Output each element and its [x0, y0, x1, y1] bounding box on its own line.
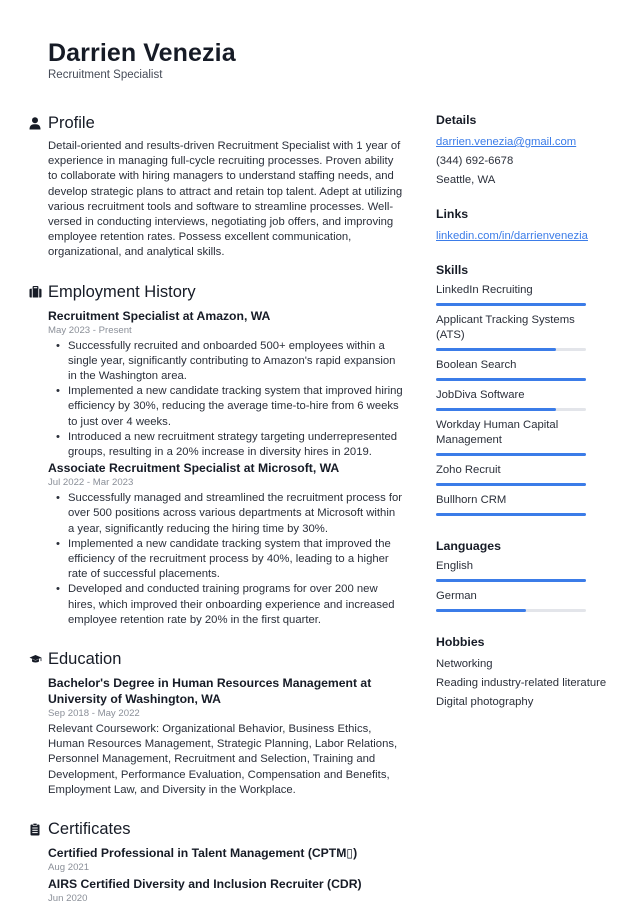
skills-heading: Skills: [436, 263, 469, 277]
degree-coursework: Relevant Coursework: Organizational Beha…: [48, 723, 398, 796]
hobby-item: Networking: [436, 658, 493, 670]
education-section: Education Bachelor's Degree in Human Res…: [28, 648, 403, 798]
language-level-bar: [436, 579, 586, 582]
graduation-cap-icon: [28, 652, 42, 666]
language-name: English: [436, 560, 474, 572]
skill-level-fill: [436, 408, 556, 411]
skill-level-fill: [436, 483, 586, 486]
language-level-fill: [436, 609, 526, 612]
skill: Boolean Search: [436, 358, 626, 381]
skill-level-bar: [436, 348, 586, 351]
skill-name: Applicant Tracking Systems (ATS): [436, 314, 575, 341]
details-block: Details darrien.venezia@gmail.com (344) …: [436, 112, 626, 190]
job-title: Recruitment Specialist at Amazon, WA: [48, 308, 271, 323]
skill-level-bar: [436, 408, 586, 411]
skill: Applicant Tracking Systems (ATS): [436, 313, 626, 351]
skill-level-bar: [436, 453, 586, 456]
skill-name: LinkedIn Recruiting: [436, 284, 533, 296]
skill: JobDiva Software: [436, 388, 626, 411]
clipboard-icon: [28, 822, 42, 836]
profile-summary: Detail-oriented and results-driven Recru…: [48, 140, 403, 259]
skills-list: LinkedIn Recruiting Applicant Tracking Sy…: [436, 283, 626, 516]
certificate-title: Certified Professional in Talent Managem…: [48, 846, 358, 861]
degree-date: Sep 2018 - May 2022: [48, 708, 140, 720]
certificate-title: AIRS Certified Diversity and Inclusion R…: [48, 877, 362, 892]
skill: LinkedIn Recruiting: [436, 283, 626, 306]
skill-level-bar: [436, 513, 586, 516]
skill-level-fill: [436, 303, 586, 306]
language: English: [436, 559, 626, 582]
job-bullet: Implemented a new candidate tracking sys…: [56, 537, 403, 583]
email-link[interactable]: darrien.venezia@gmail.com: [436, 133, 626, 152]
languages-heading: Languages: [436, 539, 501, 553]
skill-level-bar: [436, 303, 586, 306]
language: German: [436, 589, 626, 612]
job-bullet: Introduced a new recruitment strategy ta…: [56, 430, 403, 460]
briefcase-icon: [28, 285, 42, 299]
hobby-item: Digital photography: [436, 696, 534, 708]
employment-section: Employment History Recruitment Specialis…: [28, 281, 403, 628]
profile-heading: Profile: [48, 114, 95, 132]
certificates-heading: Certificates: [48, 820, 131, 839]
job-date: May 2023 - Present: [48, 324, 132, 336]
links-block: Links linkedin.com/in/darrienvenezia: [436, 206, 626, 246]
job-entry: Associate Recruitment Specialist at Micr…: [48, 460, 403, 628]
skill-name: Bullhorn CRM: [436, 494, 507, 506]
job-bullet: Developed and conducted training program…: [56, 582, 403, 628]
job-bullet: Implemented a new candidate tracking sys…: [56, 384, 403, 430]
job-date: Jul 2022 - Mar 2023: [48, 477, 134, 489]
job-bullet: Successfully managed and streamlined the…: [56, 491, 403, 537]
languages-block: Languages English German: [436, 538, 626, 612]
job-title: Associate Recruitment Specialist at Micr…: [48, 461, 340, 476]
sidebar: Details darrien.venezia@gmail.com (344) …: [436, 112, 626, 728]
profile-section: Profile Detail-oriented and results-driv…: [28, 112, 403, 261]
resume-header: Darrien Venezia Recruitment Specialist: [48, 38, 236, 82]
skill-name: Boolean Search: [436, 359, 517, 371]
job-entry: Recruitment Specialist at Amazon, WA May…: [48, 308, 403, 461]
skill-level-fill: [436, 378, 586, 381]
job-bullets: Successfully recruited and onboarded 500…: [48, 339, 403, 461]
skill: Workday Human Capital Management: [436, 418, 626, 456]
hobbies-block: Hobbies Networking Reading industry-rela…: [436, 634, 626, 712]
linkedin-link[interactable]: linkedin.com/in/darrienvenezia: [436, 227, 626, 246]
phone-number: (344) 692-6678: [436, 155, 514, 167]
certificates-section: Certificates Certified Professional in T…: [28, 818, 403, 905]
skill-level-fill: [436, 453, 586, 456]
education-heading: Education: [48, 650, 122, 669]
location: Seattle, WA: [436, 174, 496, 186]
skill-name: JobDiva Software: [436, 389, 525, 401]
skill-name: Zoho Recruit: [436, 464, 501, 476]
skill-level-bar: [436, 483, 586, 486]
skill-level-fill: [436, 348, 556, 351]
hobbies-heading: Hobbies: [436, 635, 485, 649]
person-icon: [28, 116, 42, 130]
skills-block: Skills LinkedIn Recruiting Applicant Trac…: [436, 262, 626, 516]
languages-list: English German: [436, 559, 626, 612]
job-bullets: Successfully managed and streamlined the…: [48, 491, 403, 628]
candidate-name: Darrien Venezia: [48, 39, 236, 67]
skill-level-fill: [436, 513, 586, 516]
skill-level-bar: [436, 378, 586, 381]
skill: Bullhorn CRM: [436, 493, 626, 516]
certificate-date: Aug 2021: [48, 862, 90, 874]
language-level-fill: [436, 579, 586, 582]
degree-title: Bachelor's Degree in Human Resources Man…: [48, 676, 372, 707]
links-heading: Links: [436, 207, 469, 221]
certificate-date: Jun 2020: [48, 893, 88, 905]
language-name: German: [436, 590, 477, 602]
skill-name: Workday Human Capital Management: [436, 419, 559, 446]
job-bullet: Successfully recruited and onboarded 500…: [56, 339, 403, 385]
details-heading: Details: [436, 113, 477, 127]
employment-heading: Employment History: [48, 282, 196, 301]
main-column: Profile Detail-oriented and results-driv…: [28, 112, 403, 907]
candidate-role: Recruitment Specialist: [48, 69, 163, 81]
skill: Zoho Recruit: [436, 463, 626, 486]
hobby-item: Reading industry-related literature: [436, 677, 607, 689]
language-level-bar: [436, 609, 586, 612]
